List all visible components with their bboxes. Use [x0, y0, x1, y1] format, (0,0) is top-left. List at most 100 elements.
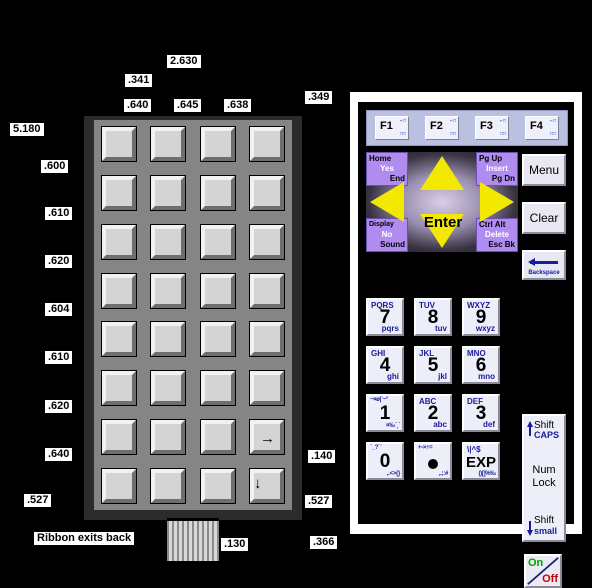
numeric-key-dot[interactable]: +-×÷= ,.;:#	[414, 442, 452, 480]
lock-label: Lock	[532, 477, 556, 489]
mechanical-key[interactable]	[151, 322, 186, 357]
mechanical-key[interactable]	[101, 127, 136, 162]
dimension-label-d-620b: .620	[45, 400, 73, 413]
mechanical-key[interactable]	[101, 273, 136, 308]
shift-small-label: Shift	[534, 515, 555, 526]
function-key-f4[interactable]: F4 ⌐□ □□	[525, 116, 559, 140]
function-key-f1[interactable]: F1 ⌐□ □□	[375, 116, 409, 140]
mechanical-key[interactable]	[200, 127, 235, 162]
mechanical-key-cell	[193, 218, 243, 267]
mechanical-key[interactable]	[200, 224, 235, 259]
enter-button[interactable]: Enter	[412, 212, 474, 234]
backspace-line-icon	[530, 261, 558, 264]
left-arrow-icon[interactable]	[370, 182, 404, 222]
mechanical-key[interactable]	[250, 224, 285, 259]
mechanical-key[interactable]	[101, 419, 136, 454]
dimension-label-d-640: .640	[124, 99, 152, 112]
mechanical-key[interactable]	[151, 419, 186, 454]
mechanical-key-cell	[243, 218, 293, 267]
pgup-insert-pgdn-key[interactable]: Pg Up Insert Pg Dn	[476, 152, 518, 186]
numeric-key-lower-letters: pqrs	[381, 324, 399, 333]
mechanical-key[interactable]	[200, 419, 235, 454]
mechanical-key[interactable]	[151, 273, 186, 308]
mechanical-key[interactable]	[101, 371, 136, 406]
numeric-key-digit: 0	[379, 451, 391, 472]
mechanical-key[interactable]	[200, 176, 235, 211]
numeric-key-digit: EXP	[465, 454, 496, 471]
function-key-f2[interactable]: F2 ⌐□ □□	[425, 116, 459, 140]
power-on-off-button[interactable]: On Off	[524, 554, 562, 588]
mechanical-key-cell	[144, 218, 194, 267]
dimension-label-d-620a: .620	[45, 255, 73, 268]
dimension-label-d-600: .600	[41, 160, 69, 173]
numeric-key-8[interactable]: TUV 8 tuv	[414, 298, 452, 336]
numeric-key-7[interactable]: PQRS 7 pqrs	[366, 298, 404, 336]
escbk-label: Esc Bk	[488, 240, 515, 249]
mechanical-key-cell	[193, 413, 243, 462]
electronic-keypad-bezel: F1 ⌐□ □□ F2 ⌐□ □□ F3 ⌐□ □□ F4 ⌐□ □□ Home Yes End Pg…	[350, 92, 582, 588]
caps-label: CAPS	[534, 430, 560, 440]
mechanical-key[interactable]	[151, 176, 186, 211]
mechanical-key[interactable]	[250, 127, 285, 162]
mechanical-key[interactable]	[200, 371, 235, 406]
mechanical-key-cell	[94, 413, 144, 462]
mechanical-key[interactable]	[250, 371, 285, 406]
mechanical-key-cell	[193, 169, 243, 218]
shift-numlock-key[interactable]: Shift CAPS Num Lock Shift small	[522, 414, 566, 542]
numeric-key-lower-letters: ¤‰´¸´	[386, 423, 400, 429]
numeric-key-2[interactable]: ABC 2 abc	[414, 394, 452, 432]
display-no-sound-key[interactable]: Display No Sound	[366, 218, 408, 252]
numeric-key-lower-letters: mno	[478, 372, 495, 381]
numeric-key-4[interactable]: GHI 4 ghi	[366, 346, 404, 384]
mechanical-key[interactable]	[101, 176, 136, 211]
menu-button[interactable]: Menu	[522, 154, 566, 186]
power-off-label: Off	[542, 573, 558, 585]
dimension-label-d-130: .130	[221, 538, 249, 551]
mechanical-key[interactable]	[200, 273, 235, 308]
mechanical-key[interactable]	[151, 468, 186, 503]
mechanical-key[interactable]	[250, 273, 285, 308]
mechanical-key-cell	[193, 315, 243, 364]
numeric-key-1[interactable]: ~¤ø|¨~° 1 ¤‰´¸´	[366, 394, 404, 432]
mechanical-key-cell	[243, 461, 293, 510]
function-key-sup-top: ⌐□	[500, 118, 506, 124]
num-label: Num	[532, 464, 556, 476]
right-arrow-icon[interactable]	[480, 182, 514, 222]
numeric-key-6[interactable]: MNO 6 mno	[462, 346, 500, 384]
mechanical-key[interactable]	[151, 371, 186, 406]
mechanical-key[interactable]	[101, 322, 136, 357]
dimension-label-d-366: .366	[310, 536, 338, 549]
mechanical-key[interactable]	[101, 468, 136, 503]
backspace-button[interactable]: Backspace	[522, 250, 566, 280]
up-arrow-icon[interactable]	[420, 156, 464, 190]
mechanical-key-grid	[94, 120, 292, 510]
mechanical-key[interactable]	[250, 322, 285, 357]
function-key-sup-bottom: □□	[549, 131, 556, 137]
numeric-key-lower-letters: ,.<>{}	[386, 471, 401, 477]
numeric-key-lower-letters: ,.;:#	[438, 471, 448, 477]
backspace-label: Backspace	[528, 270, 560, 276]
numeric-key-5[interactable]: JKL 5 jkl	[414, 346, 452, 384]
mechanical-key-cell	[94, 315, 144, 364]
mechanical-key-cell	[243, 169, 293, 218]
mechanical-key-cell	[94, 218, 144, 267]
numeric-key-9[interactable]: WXYZ 9 wxyz	[462, 298, 500, 336]
mechanical-key[interactable]	[151, 127, 186, 162]
numeric-key-exp[interactable]: \|^$ EXP ()[]%‰	[462, 442, 500, 480]
mechanical-key[interactable]	[151, 224, 186, 259]
navigation-cluster: Home Yes End Pg Up Insert Pg Dn Display …	[366, 152, 518, 252]
numeric-key-0[interactable]: ´_?¨¨ 0 ,.<>{}	[366, 442, 404, 480]
numeric-key-lower-letters: ()[]%‰	[478, 471, 496, 477]
mechanical-key[interactable]	[101, 224, 136, 259]
function-key-f3[interactable]: F3 ⌐□ □□	[475, 116, 509, 140]
home-yes-end-key[interactable]: Home Yes End	[366, 152, 408, 186]
mechanical-key[interactable]	[250, 176, 285, 211]
mechanical-key-cell	[144, 169, 194, 218]
ctrl-delete-esc-key[interactable]: Ctrl Alt Delete Esc Bk	[476, 218, 518, 252]
clear-button[interactable]: Clear	[522, 202, 566, 234]
numeric-key-3[interactable]: DEF 3 def	[462, 394, 500, 432]
mechanical-key[interactable]	[200, 468, 235, 503]
dimension-label-d-2630: 2.630	[167, 55, 201, 68]
height-arrow-icon: ↓	[254, 475, 262, 492]
mechanical-key[interactable]	[200, 322, 235, 357]
